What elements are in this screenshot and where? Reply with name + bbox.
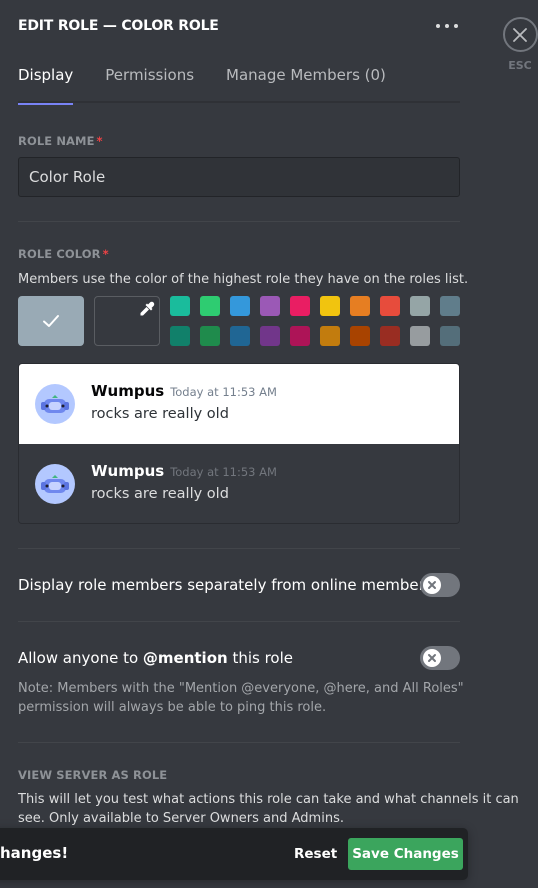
tab-manage-members[interactable]: Manage Members (0) bbox=[226, 64, 386, 103]
color-swatch[interactable] bbox=[320, 326, 340, 346]
message-text: rocks are really old bbox=[91, 486, 229, 502]
ellipsis-icon bbox=[436, 24, 440, 28]
color-swatch[interactable] bbox=[440, 296, 460, 316]
ellipsis-icon bbox=[454, 24, 458, 28]
toggle-knob bbox=[423, 576, 441, 594]
color-swatch[interactable] bbox=[440, 326, 460, 346]
mentionable-toggle[interactable] bbox=[420, 646, 460, 670]
mentionable-note-line1: Note: Members with the "Mention @everyon… bbox=[18, 681, 464, 696]
color-swatch[interactable] bbox=[230, 296, 250, 316]
close-icon bbox=[513, 27, 527, 42]
x-icon bbox=[428, 581, 436, 589]
avatar bbox=[35, 384, 75, 424]
color-swatch[interactable] bbox=[410, 296, 430, 316]
tab-display[interactable]: Display bbox=[18, 64, 74, 105]
required-marker: * bbox=[96, 134, 103, 148]
hoist-toggle[interactable] bbox=[420, 573, 460, 597]
close-button[interactable] bbox=[502, 17, 538, 52]
color-swatch[interactable] bbox=[380, 296, 400, 316]
color-swatch[interactable] bbox=[350, 326, 370, 346]
edit-role-page: EDIT ROLE — COLOR ROLE ESC Display Permi… bbox=[0, 0, 538, 888]
mentionable-note-line2: permission will always be able to ping t… bbox=[18, 700, 327, 715]
message-timestamp: Today at 11:53 AM bbox=[170, 385, 277, 399]
color-swatch[interactable] bbox=[200, 326, 220, 346]
checkmark-icon bbox=[43, 315, 59, 327]
message-text: rocks are really old bbox=[91, 406, 229, 422]
required-marker: * bbox=[102, 247, 109, 261]
message-timestamp: Today at 11:53 AM bbox=[170, 465, 277, 479]
color-palette bbox=[170, 296, 460, 346]
color-swatch[interactable] bbox=[260, 326, 280, 346]
toggle-knob bbox=[423, 649, 441, 667]
view-as-role-label: VIEW SERVER AS ROLE bbox=[18, 768, 168, 782]
divider bbox=[18, 548, 460, 549]
view-as-role-help-line2: see. Only available to Server Owners and… bbox=[18, 811, 344, 826]
view-as-role-help: This will let you test what actions this… bbox=[18, 790, 519, 828]
wumpus-avatar-icon bbox=[41, 395, 69, 413]
role-name-label-text: ROLE NAME bbox=[18, 134, 95, 148]
role-color-help: Members use the color of the highest rol… bbox=[18, 272, 469, 287]
color-swatch[interactable] bbox=[230, 326, 250, 346]
mentionable-label-suffix: this role bbox=[227, 649, 294, 667]
eyedropper-icon bbox=[140, 301, 155, 316]
wumpus-avatar-icon bbox=[41, 475, 69, 493]
divider bbox=[18, 221, 460, 222]
close-area: ESC bbox=[502, 17, 538, 72]
color-swatch[interactable] bbox=[410, 326, 430, 346]
message-header: Wumpus Today at 11:53 AM bbox=[91, 462, 277, 480]
preview-message-light: Wumpus Today at 11:53 AM rocks are reall… bbox=[19, 364, 459, 444]
header: EDIT ROLE — COLOR ROLE bbox=[18, 16, 460, 36]
default-color-swatch[interactable] bbox=[18, 296, 84, 346]
message-header: Wumpus Today at 11:53 AM bbox=[91, 382, 277, 400]
unsaved-changes-bar: hanges! Reset Save Changes bbox=[0, 828, 468, 880]
tab-permissions[interactable]: Permissions bbox=[105, 64, 194, 103]
role-name-input[interactable] bbox=[18, 157, 460, 197]
color-swatch[interactable] bbox=[380, 326, 400, 346]
role-name-label: ROLE NAME * bbox=[18, 134, 103, 148]
ellipsis-icon bbox=[445, 24, 449, 28]
color-swatch[interactable] bbox=[260, 296, 280, 316]
preview-message-dark: Wumpus Today at 11:53 AM rocks are reall… bbox=[19, 444, 459, 523]
message-author: Wumpus bbox=[91, 462, 165, 480]
color-swatch[interactable] bbox=[290, 326, 310, 346]
color-swatch[interactable] bbox=[290, 296, 310, 316]
role-color-label: ROLE COLOR * bbox=[18, 247, 109, 261]
role-color-label-text: ROLE COLOR bbox=[18, 247, 101, 261]
color-swatch[interactable] bbox=[170, 296, 190, 316]
mentionable-label-prefix: Allow anyone to bbox=[18, 649, 143, 667]
reset-button[interactable]: Reset bbox=[294, 838, 337, 870]
custom-color-picker[interactable] bbox=[94, 296, 160, 346]
color-swatch[interactable] bbox=[350, 296, 370, 316]
mentionable-note: Note: Members with the "Mention @everyon… bbox=[18, 679, 464, 717]
divider bbox=[18, 742, 460, 743]
color-swatch[interactable] bbox=[320, 296, 340, 316]
view-as-role-help-line1: This will let you test what actions this… bbox=[18, 792, 519, 807]
hoist-label: Display role members separately from onl… bbox=[18, 576, 433, 594]
save-changes-button[interactable]: Save Changes bbox=[348, 838, 463, 870]
more-options-button[interactable] bbox=[436, 16, 458, 36]
tab-bar: Display Permissions Manage Members (0) bbox=[18, 64, 460, 105]
page-title: EDIT ROLE — COLOR ROLE bbox=[18, 18, 219, 34]
avatar bbox=[35, 464, 75, 504]
divider bbox=[18, 621, 460, 622]
esc-label: ESC bbox=[508, 59, 532, 72]
mentionable-label-bold: @mention bbox=[142, 649, 228, 667]
mentionable-label: Allow anyone to @mention this role bbox=[18, 648, 293, 668]
unsaved-changes-text: hanges! bbox=[0, 844, 69, 862]
role-color-preview: Wumpus Today at 11:53 AM rocks are reall… bbox=[18, 363, 460, 524]
x-icon bbox=[428, 654, 436, 662]
color-swatch[interactable] bbox=[170, 326, 190, 346]
color-swatch[interactable] bbox=[200, 296, 220, 316]
message-author: Wumpus bbox=[91, 382, 165, 400]
